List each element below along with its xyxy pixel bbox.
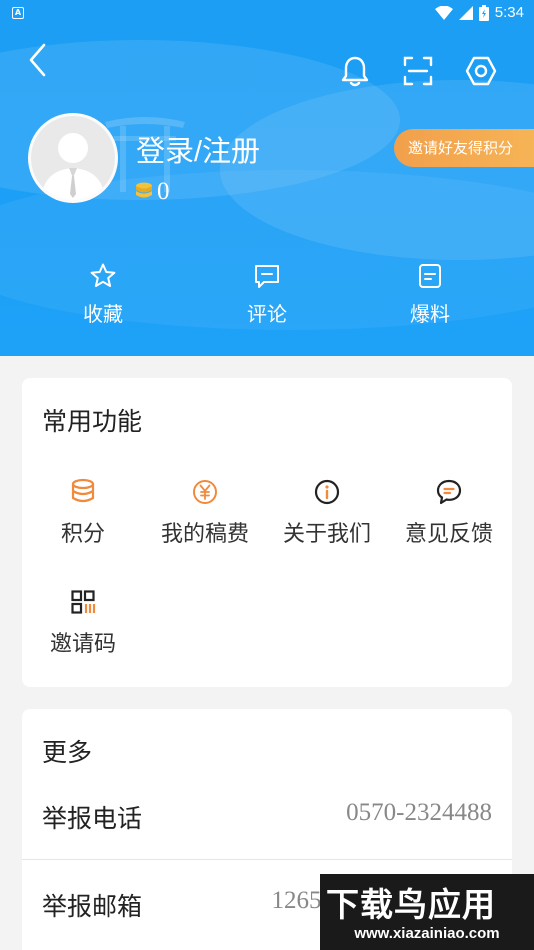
function-label: 积分 <box>60 522 105 547</box>
function-points[interactable]: 积分 <box>22 478 144 548</box>
points-count: 0 <box>157 178 170 205</box>
divider <box>22 859 512 860</box>
app-notification-icon: A <box>12 7 24 19</box>
invite-friends-button[interactable]: 邀请好友得积分 <box>394 129 534 167</box>
status-time: 5:34 <box>494 4 524 21</box>
info-icon <box>314 479 340 505</box>
common-functions-card: 常用功能 积分 我的稿费 关于我们 意见反馈 邀请码 <box>22 378 512 687</box>
yuan-icon <box>193 480 217 504</box>
star-icon <box>90 263 116 287</box>
function-label: 邀请码 <box>49 632 116 657</box>
quick-action-label: 收藏 <box>83 302 123 326</box>
function-label: 我的稿费 <box>160 522 249 547</box>
comment-icon <box>255 265 279 288</box>
quick-action-label: 评论 <box>247 302 287 326</box>
wifi-icon <box>434 5 453 20</box>
scan-icon[interactable] <box>401 54 435 88</box>
quick-action-tips[interactable]: 爆料 <box>370 262 490 327</box>
function-label: 意见反馈 <box>404 522 493 547</box>
signal-icon <box>458 5 473 20</box>
back-arrow-icon[interactable] <box>26 42 54 78</box>
section-title: 更多 <box>42 738 93 767</box>
coins-icon <box>71 478 95 503</box>
watermark-title: 下载鸟应用 <box>326 885 496 924</box>
settings-icon[interactable] <box>464 54 498 88</box>
report-icon <box>419 264 441 288</box>
watermark: 下载鸟应用 www.xiazainiao.com <box>320 874 534 950</box>
function-label: 关于我们 <box>282 522 371 547</box>
status-bar: A 5:34 <box>0 0 534 28</box>
section-title: 常用功能 <box>42 407 143 436</box>
battery-icon <box>478 4 489 21</box>
avatar[interactable] <box>28 113 118 203</box>
qr-code-icon <box>71 590 96 614</box>
function-invite-code[interactable]: 邀请码 <box>22 588 144 658</box>
report-phone-row[interactable]: 举报电话 0570-2324488 <box>22 781 512 853</box>
row-label: 举报电话 <box>42 804 143 833</box>
bell-icon[interactable] <box>338 54 372 88</box>
function-my-royalties[interactable]: 我的稿费 <box>144 478 266 548</box>
quick-action-label: 爆料 <box>410 302 450 326</box>
function-about-us[interactable]: 关于我们 <box>266 478 388 548</box>
quick-action-favorites[interactable]: 收藏 <box>43 262 163 327</box>
function-feedback[interactable]: 意见反馈 <box>388 478 510 548</box>
row-value: 0570-2324488 <box>346 799 492 826</box>
feedback-icon <box>436 479 462 505</box>
coin-stack-icon <box>136 182 152 198</box>
quick-action-comments[interactable]: 评论 <box>207 262 327 327</box>
watermark-url: www.xiazainiao.com <box>354 925 500 942</box>
default-avatar-icon <box>41 133 105 200</box>
login-register-link[interactable]: 登录/注册 <box>136 128 260 170</box>
row-label: 举报邮箱 <box>42 892 143 921</box>
profile-header: A 5:34 登录/注册 0 邀请好友得积分 收藏 评论 爆料 <box>0 0 534 356</box>
